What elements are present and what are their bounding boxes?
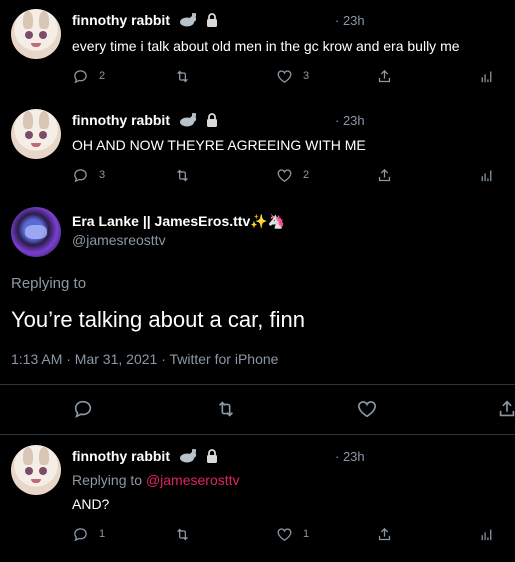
share-icon (499, 400, 515, 417)
reply-icon (74, 69, 87, 83)
reply-icon (74, 400, 92, 418)
analytics-button[interactable] (478, 67, 495, 85)
retweet-button[interactable] (174, 166, 191, 184)
author-name[interactable]: finnothy rabbit (72, 112, 218, 128)
reply-button[interactable]: 1 (72, 525, 105, 543)
retweet-button[interactable] (174, 67, 191, 85)
analytics-icon (481, 71, 492, 82)
tweet-2[interactable]: finnothy rabbit · 23h OH AND NOW THEYRE … (0, 100, 515, 195)
tweet-time[interactable]: · 23h (335, 449, 365, 464)
avatar[interactable] (11, 9, 61, 59)
tweet-text: AND? (72, 496, 110, 512)
analytics-button[interactable] (478, 166, 495, 184)
share-button[interactable] (376, 166, 393, 184)
author-name-label[interactable]: finnothy rabbit (72, 448, 170, 464)
tweet-1[interactable]: finnothy rabbit · 23h every time i talk … (0, 0, 515, 100)
lock-icon (206, 449, 217, 463)
share-button[interactable] (376, 67, 393, 85)
retweet-icon (218, 401, 234, 417)
like-button[interactable] (356, 398, 378, 420)
timeline: finnothy rabbit · 23h every time i talk … (0, 0, 515, 562)
replying-to-label[interactable]: Replying to (11, 275, 86, 292)
focused-tweet-actions (0, 398, 515, 422)
reply-count: 2 (99, 70, 106, 82)
author-name[interactable]: finnothy rabbit (72, 12, 218, 28)
share-icon (378, 168, 391, 181)
like-icon (357, 401, 377, 418)
share-icon (378, 527, 391, 540)
tweet-actions: 3 2 (72, 166, 502, 186)
share-button[interactable] (376, 525, 393, 543)
author-emoji: ✨🦄 (250, 213, 286, 229)
divider (0, 384, 515, 385)
share-button[interactable] (496, 398, 515, 420)
replying-to-handle[interactable]: @jameserosttv (146, 472, 240, 488)
avatar[interactable] (11, 445, 61, 495)
rabbit-icon (179, 449, 197, 463)
rabbit-icon (179, 113, 197, 127)
author-name-label[interactable]: finnothy rabbit (72, 12, 170, 28)
author-name-label[interactable]: Era Lanke || JamesEros.ttv (72, 213, 250, 229)
like-button[interactable]: 2 (276, 166, 309, 184)
author-name-label[interactable]: finnothy rabbit (72, 112, 170, 128)
avatar[interactable] (11, 109, 61, 159)
reply-button[interactable]: 2 (72, 67, 105, 85)
reply-button[interactable]: 3 (72, 166, 105, 184)
tweet-text: every time i talk about old men in the g… (72, 38, 460, 54)
replying-to-label: Replying to (72, 472, 146, 488)
reply-count: 3 (99, 169, 106, 181)
rabbit-icon (179, 13, 197, 27)
tweet-text: OH AND NOW THEYRE AGREEING WITH ME (72, 137, 366, 153)
like-count: 1 (303, 528, 310, 540)
retweet-icon (177, 528, 188, 540)
like-button[interactable]: 3 (276, 67, 309, 85)
reply-button[interactable] (72, 398, 94, 420)
like-button[interactable]: 1 (276, 525, 309, 543)
like-icon (277, 69, 292, 83)
author-handle[interactable]: @jamesreosttv (72, 232, 166, 248)
tweet-actions: 1 1 (72, 525, 502, 545)
analytics-icon (481, 170, 492, 181)
tweet-time[interactable]: · 23h (335, 13, 365, 28)
lock-icon (206, 113, 217, 127)
like-count: 3 (303, 70, 310, 82)
retweet-button[interactable] (215, 398, 237, 420)
retweet-icon (177, 70, 188, 82)
tweet-text: You’re talking about a car, finn (11, 307, 305, 332)
share-icon (378, 69, 391, 82)
like-count: 2 (303, 169, 310, 181)
reply-icon (74, 527, 87, 541)
like-icon (277, 168, 292, 182)
reply-icon (74, 168, 87, 182)
retweet-icon (177, 169, 188, 181)
replying-to: Replying to @jameserosttv (72, 472, 240, 488)
analytics-button[interactable] (478, 525, 495, 543)
tweet-actions: 2 3 (72, 67, 502, 87)
retweet-button[interactable] (174, 525, 191, 543)
reply-count: 1 (99, 528, 106, 540)
like-icon (277, 527, 292, 541)
analytics-icon (481, 529, 492, 540)
author-name[interactable]: Era Lanke || JamesEros.ttv✨🦄 (72, 213, 285, 230)
tweet-meta[interactable]: 1:13 AM · Mar 31, 2021 · Twitter for iPh… (11, 351, 278, 367)
author-name[interactable]: finnothy rabbit (72, 448, 218, 464)
tweet-time[interactable]: · 23h (335, 113, 365, 128)
lock-icon (206, 13, 217, 27)
avatar[interactable] (11, 207, 61, 257)
reply-tweet[interactable]: finnothy rabbit · 23h Replying to @james… (0, 435, 515, 562)
